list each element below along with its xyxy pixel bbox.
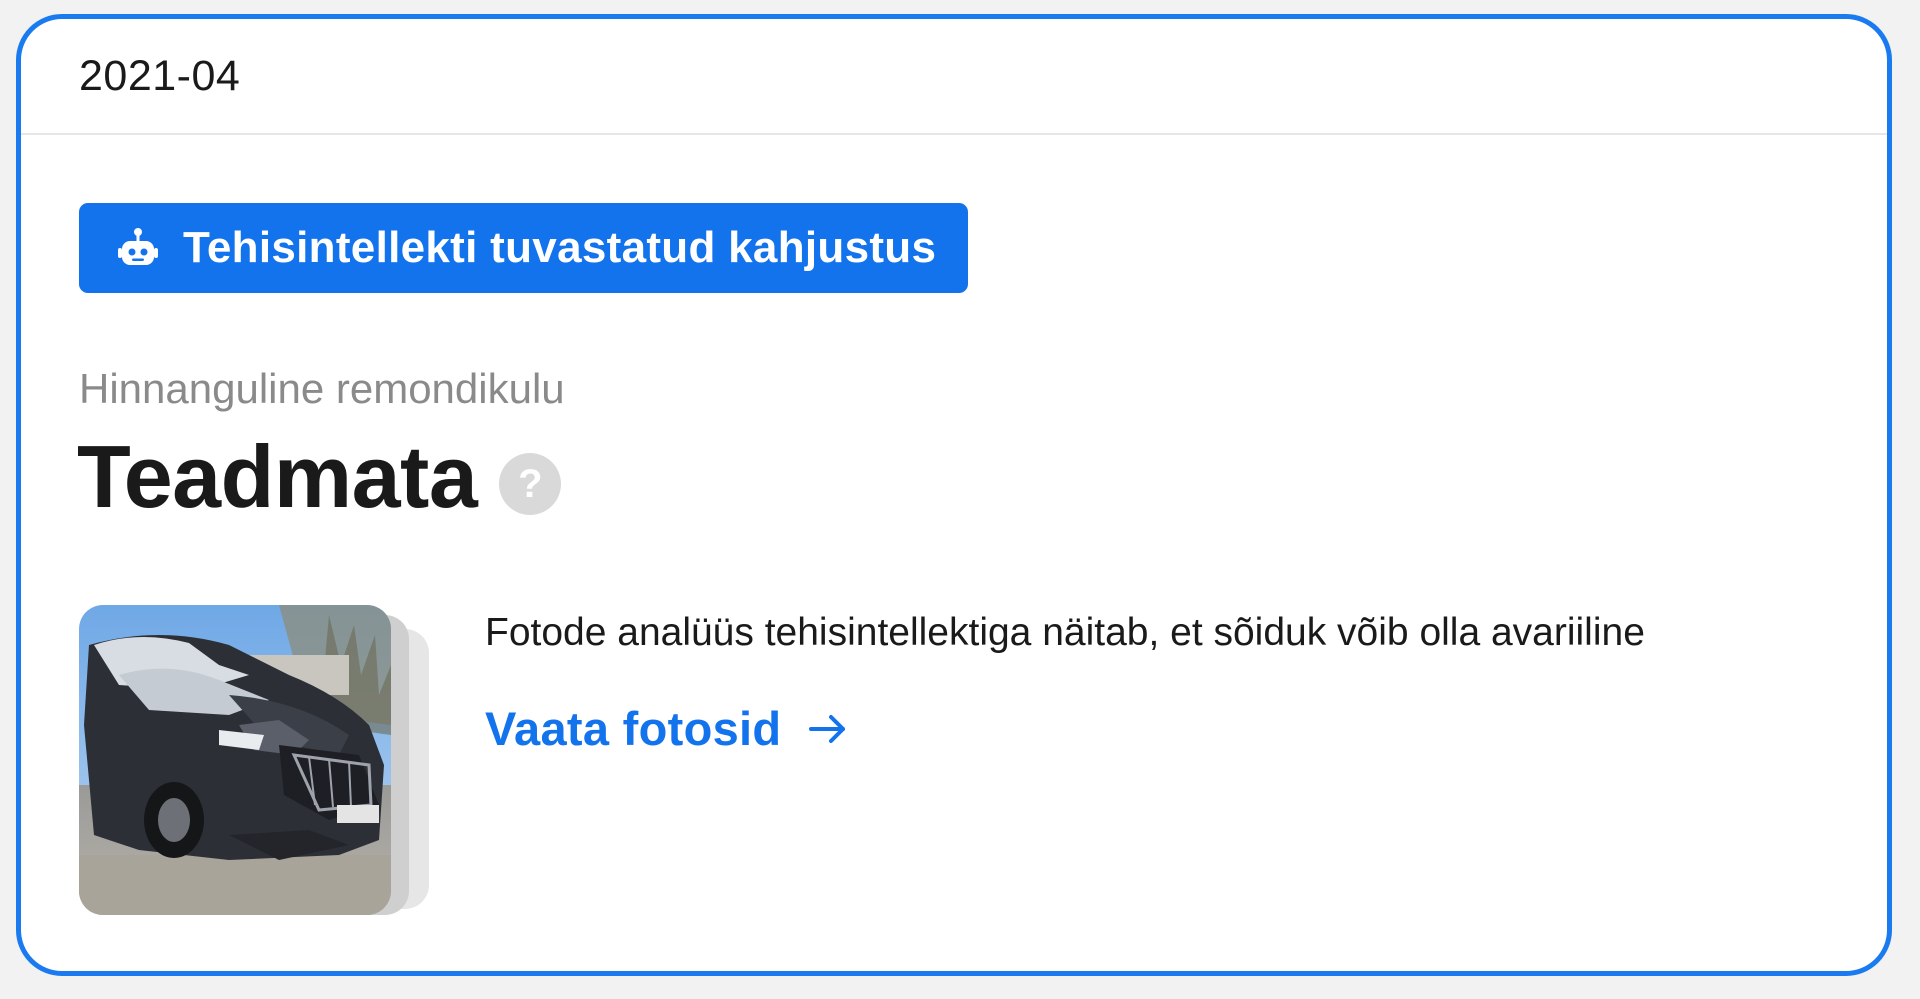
damaged-car-thumbnail[interactable]: [79, 605, 391, 915]
view-photos-link[interactable]: Vaata fotosid: [485, 701, 849, 756]
repair-cost-row: Teadmata ?: [77, 427, 562, 526]
repair-cost-label: Hinnanguline remondikulu: [79, 365, 565, 412]
arrow-right-icon: [807, 708, 849, 750]
ai-badge-label: Tehisintellekti tuvastatud kahjustus: [183, 223, 937, 272]
photo-stack[interactable]: [79, 605, 439, 923]
card-header: 2021-04: [21, 19, 1887, 135]
ai-damage-badge: Tehisintellekti tuvastatud kahjustus: [79, 203, 969, 293]
damage-report-card: 2021-04 Tehisintellekti tuvastatud kahju…: [16, 14, 1892, 976]
question-mark-icon[interactable]: ?: [499, 453, 562, 515]
repair-cost-value: Teadmata: [77, 427, 478, 526]
robot-icon: [117, 227, 159, 269]
ai-analysis-text: Fotode analüüs tehisintellektiga näitab,…: [485, 611, 1645, 654]
report-date: 2021-04: [79, 51, 241, 100]
view-photos-label: Vaata fotosid: [485, 702, 782, 755]
